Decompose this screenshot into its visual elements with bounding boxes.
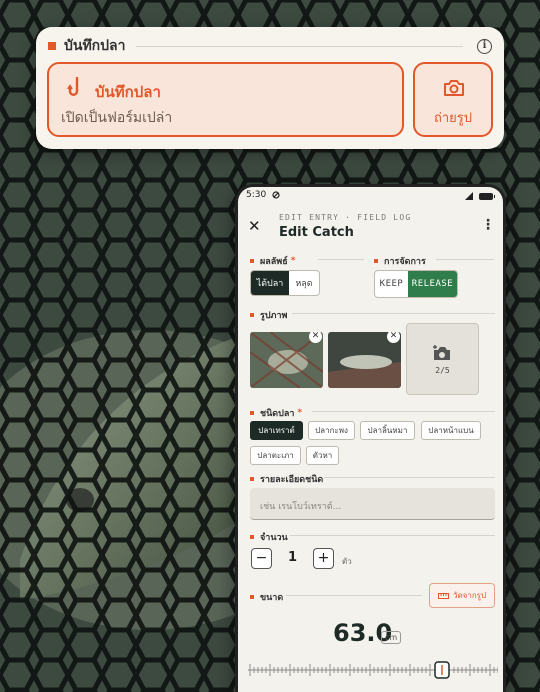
size-label: ขนาด [250, 590, 283, 604]
species-detail-input[interactable]: เช่น เรนโบว์เทราต์... [250, 488, 495, 520]
species-chip-tapah[interactable]: ปลาตะเภา [250, 446, 301, 465]
widget-header: บันทึกปลา i [48, 37, 492, 55]
result-option-lost[interactable]: หลุด [289, 271, 319, 295]
result-label: ผลลัพธ์ * [250, 254, 295, 268]
photo-thumbnail[interactable]: ✕ [328, 332, 401, 388]
measure-from-photo-button[interactable]: วัดจากรูป [429, 583, 495, 608]
quantity-plus-button[interactable]: + [313, 548, 334, 569]
species-label: ชนิดปลา * [250, 406, 302, 420]
status-bar: 5:30 [246, 190, 495, 204]
screen-eyebrow: EDIT ENTRY · FIELD LOG [279, 213, 412, 222]
result-toggle: ได้ปลา หลุด [250, 270, 320, 296]
take-photo-button[interactable]: ถ่ายรูป [413, 62, 493, 137]
divider [290, 535, 495, 536]
divider [286, 595, 422, 596]
divider [318, 259, 364, 260]
new-entry-sub: เปิดเป็นฟอร์มเปล่า [61, 110, 173, 126]
camera-icon [444, 80, 464, 96]
phone-frame: 5:30 ✕ EDIT ENTRY · FIELD LOG Edit Catch… [235, 184, 506, 692]
photos-label: รูปภาพ [250, 308, 287, 322]
accent-square-icon [48, 42, 56, 50]
photo-count: 2/5 [435, 366, 450, 375]
add-photo-button[interactable]: 2/5 [406, 323, 479, 395]
dnd-icon [272, 191, 280, 199]
more-menu-icon[interactable]: ⋮ [481, 217, 495, 233]
battery-icon [479, 192, 495, 200]
take-photo-label: ถ่ายรูป [433, 111, 473, 126]
species-chip-other[interactable]: ตัวหา [306, 446, 339, 465]
action-option-keep[interactable]: KEEP [375, 271, 408, 297]
species-chip-seabass[interactable]: ปลากะพง [308, 421, 355, 440]
species-chip-flathead[interactable]: ปลาหน้าแบน [421, 421, 481, 440]
catch-log-widget: บันทึกปลา i บันทึกปลา เปิดเป็นฟอร์มเปล่า… [36, 27, 504, 149]
quantity-unit: ตัว [342, 557, 352, 566]
widget-title: บันทึกปลา [64, 38, 126, 54]
divider [312, 411, 495, 412]
info-icon[interactable]: i [477, 38, 492, 54]
new-entry-button[interactable]: บันทึกปลา เปิดเป็นฟอร์มเปล่า [47, 62, 404, 137]
size-unit: cm [381, 631, 402, 644]
edit-catch-screen: 5:30 ✕ EDIT ENTRY · FIELD LOG Edit Catch… [238, 187, 503, 692]
details-label: รายละเอียดชนิด [250, 472, 323, 486]
action-toggle: KEEP RELEASE [374, 270, 458, 298]
action-option-release[interactable]: RELEASE [408, 271, 457, 297]
signal-icon [465, 192, 473, 200]
status-time: 5:30 [246, 190, 267, 200]
divider [436, 259, 494, 260]
quantity-minus-button[interactable]: − [251, 548, 272, 569]
fish-hook-icon [67, 77, 79, 96]
divider [135, 45, 463, 47]
result-option-caught[interactable]: ได้ปลา [251, 271, 289, 295]
ruler-icon [437, 592, 449, 599]
species-chip-trout[interactable]: ปลาเทราต์ [250, 421, 303, 440]
quantity-label: จำนวน [250, 530, 288, 544]
screen-title: Edit Catch [279, 225, 354, 240]
new-entry-label: บันทึกปลา [95, 83, 161, 101]
action-label: การจัดการ [374, 254, 426, 268]
species-chip-sole[interactable]: ปลาลิ้นหมา [360, 421, 415, 440]
photo-thumbnail[interactable]: ✕ [250, 332, 323, 388]
app-bar: ✕ EDIT ENTRY · FIELD LOG Edit Catch ⋮ [238, 207, 503, 247]
close-icon[interactable]: ✕ [248, 217, 261, 235]
divider [292, 313, 495, 314]
add-camera-icon [433, 345, 450, 360]
size-ruler-slider[interactable] [248, 659, 498, 681]
divider [324, 477, 495, 478]
quantity-value: 1 [288, 550, 298, 565]
